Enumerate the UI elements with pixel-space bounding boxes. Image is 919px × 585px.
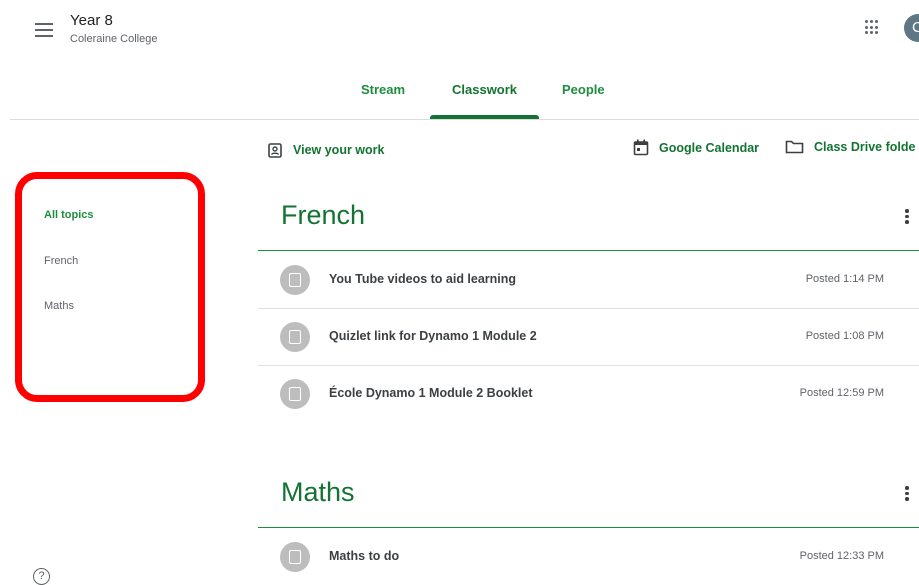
google-calendar-label: Google Calendar: [659, 140, 760, 155]
item-posted-time: Posted 12:33 PM: [799, 550, 884, 562]
calendar-icon: [633, 139, 649, 156]
more-vert-icon[interactable]: [900, 209, 914, 224]
section-title-french[interactable]: French: [281, 200, 365, 231]
topic-maths[interactable]: Maths: [44, 300, 74, 312]
item-title: Quizlet link for Dynamo 1 Module 2: [329, 329, 537, 343]
folder-icon: [785, 140, 804, 154]
item-title: École Dynamo 1 Module 2 Booklet: [329, 386, 533, 400]
view-your-work-label: View your work: [293, 143, 385, 157]
tab-stream[interactable]: Stream: [361, 82, 405, 97]
classwork-item[interactable]: Maths to do Posted 12:33 PM: [258, 528, 919, 585]
more-vert-icon[interactable]: [900, 486, 914, 501]
view-your-work-link[interactable]: View your work: [267, 142, 384, 158]
class-title[interactable]: Year 8: [70, 12, 113, 29]
topics-highlight-box: [15, 172, 205, 402]
classwork-item[interactable]: École Dynamo 1 Module 2 Booklet Posted 1…: [258, 365, 919, 422]
item-title: You Tube videos to aid learning: [329, 272, 517, 286]
item-title: Maths to do: [329, 549, 400, 563]
item-posted-time: Posted 1:14 PM: [805, 273, 884, 285]
item-posted-time: Posted 1:08 PM: [805, 330, 884, 342]
material-icon: [280, 322, 310, 352]
material-icon: [280, 379, 310, 409]
google-calendar-link[interactable]: Google Calendar: [633, 139, 759, 156]
class-drive-folder-link[interactable]: Class Drive folde: [785, 139, 915, 154]
classwork-item[interactable]: You Tube videos to aid learning Posted 1…: [258, 251, 919, 309]
tab-people[interactable]: People: [562, 82, 605, 97]
avatar[interactable]: C: [904, 14, 919, 42]
item-posted-time: Posted 12:59 PM: [799, 387, 884, 399]
menu-icon[interactable]: [35, 23, 53, 37]
material-icon: [280, 265, 310, 295]
topic-all-topics[interactable]: All topics: [44, 209, 94, 221]
assignment-ind-icon: [268, 143, 282, 158]
section-title-maths[interactable]: Maths: [281, 477, 355, 508]
material-icon: [280, 542, 310, 572]
apps-grid-icon[interactable]: [865, 20, 880, 35]
class-drive-folder-label: Class Drive folde: [814, 139, 916, 154]
topic-french[interactable]: French: [44, 255, 78, 267]
help-icon[interactable]: ?: [33, 568, 50, 585]
header-divider: [10, 119, 919, 120]
tab-classwork[interactable]: Classwork: [452, 82, 517, 97]
class-subtitle: Coleraine College: [70, 33, 158, 45]
classwork-item[interactable]: Quizlet link for Dynamo 1 Module 2 Poste…: [258, 308, 919, 366]
